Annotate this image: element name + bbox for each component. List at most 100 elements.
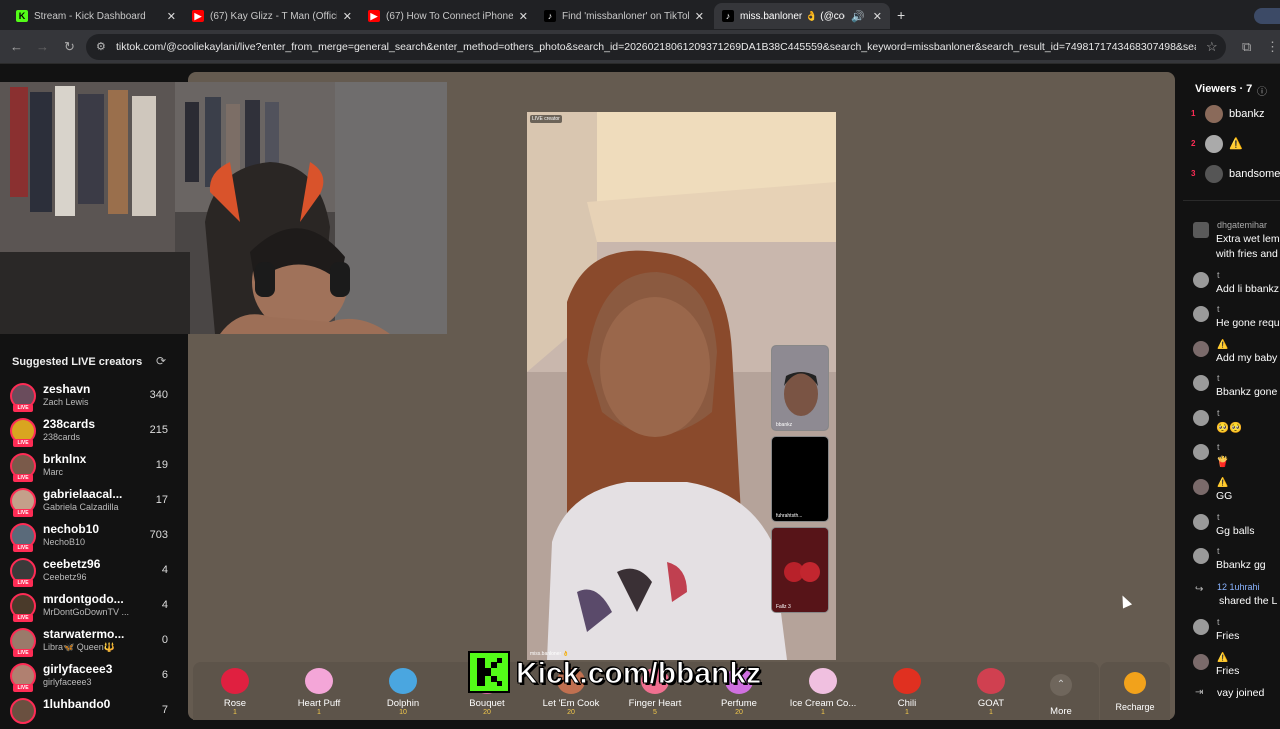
- url-text[interactable]: tiktok.com/@cooliekaylani/live?enter_fro…: [116, 41, 1196, 53]
- chat-username[interactable]: dhgatemihar: [1217, 220, 1267, 230]
- creator-name: mrdontgodo...: [43, 592, 124, 606]
- kick-icon: K: [16, 10, 28, 22]
- profile-button[interactable]: [1254, 8, 1280, 24]
- guest-tile[interactable]: Fallz 3: [771, 527, 829, 613]
- extensions-icon[interactable]: ⧉: [1242, 39, 1251, 55]
- close-icon[interactable]: ✕: [167, 10, 176, 23]
- viewer-count: 703: [149, 529, 168, 541]
- tab-youtube-iphone[interactable]: ▶ (67) How To Connect iPhone To ✕: [360, 3, 536, 29]
- chat-username[interactable]: 12 1uhrahi: [1217, 582, 1260, 592]
- chat-username[interactable]: t: [1217, 546, 1220, 556]
- viewer-rank: 3: [1191, 169, 1196, 178]
- chat-username[interactable]: t: [1217, 373, 1220, 383]
- gift-goat[interactable]: GOAT 1: [949, 668, 1033, 720]
- gift-name: GOAT: [977, 698, 1005, 709]
- menu-icon[interactable]: ⋮: [1266, 39, 1279, 55]
- viewer-avatar: [1205, 135, 1223, 153]
- chat-username[interactable]: t: [1217, 442, 1220, 452]
- site-info-icon[interactable]: ⚙: [96, 40, 106, 53]
- tab-tiktok-live[interactable]: ♪ miss.banloner 👌 (@coolie 🔊 ✕: [714, 3, 890, 29]
- reload-icon[interactable]: ↻: [64, 39, 75, 55]
- audio-icon[interactable]: 🔊: [851, 10, 865, 23]
- tab-title: miss.banloner 👌 (@coolie: [740, 10, 845, 22]
- creator-avatar: [10, 698, 36, 724]
- chat-username[interactable]: t: [1217, 270, 1220, 280]
- gift-name: Ice Cream Co...: [789, 698, 857, 709]
- chat-username[interactable]: t: [1217, 512, 1220, 522]
- chat-username[interactable]: t: [1217, 408, 1220, 418]
- creator-item[interactable]: LIVE 238cards 238cards 215: [10, 415, 178, 449]
- kick-url-text: Kick.com/bbankz: [515, 657, 762, 691]
- gift-dolphin[interactable]: Dolphin 10: [361, 668, 445, 720]
- chat-text: Fries: [1216, 665, 1240, 677]
- close-icon[interactable]: ✕: [695, 10, 704, 23]
- chat-text: Extra wet lem: [1216, 233, 1280, 245]
- chat-text: shared the L: [1219, 595, 1278, 607]
- close-icon[interactable]: ✕: [873, 10, 882, 23]
- viewer-name[interactable]: bandsome: [1229, 168, 1280, 180]
- gift-chili[interactable]: Chili 1: [865, 668, 949, 720]
- dolphin-icon: [389, 668, 417, 694]
- creator-item[interactable]: LIVE ceebetz96 Ceebetz96 4: [10, 555, 178, 589]
- live-badge: LIVE: [13, 544, 33, 552]
- chat-text: Gg balls: [1216, 525, 1255, 537]
- suggested-creators-heading: Suggested LIVE creators: [12, 356, 143, 368]
- gift-rose[interactable]: Rose 1: [193, 668, 277, 720]
- more-gifts-button[interactable]: ⌃ More: [1023, 668, 1099, 720]
- creator-nickname: NechoB10: [43, 537, 86, 547]
- chat-username[interactable]: t: [1217, 304, 1220, 314]
- creator-item[interactable]: 1luhbando0 7: [10, 695, 178, 729]
- gift-price: 1: [989, 709, 993, 716]
- creator-item[interactable]: LIVE girlyfaceee3 girlyfaceee3 6: [10, 660, 178, 694]
- chat-username[interactable]: t: [1217, 617, 1220, 627]
- chat-username[interactable]: ⚠️: [1217, 477, 1228, 488]
- recharge-button[interactable]: Recharge: [1100, 662, 1170, 720]
- chat-username[interactable]: ⚠️: [1217, 652, 1228, 663]
- bookmark-star-icon[interactable]: ☆: [1206, 39, 1218, 55]
- creator-nickname: MrDontGoDownTV ...: [43, 607, 130, 617]
- viewers-chat-panel: Viewers · 7 ⓘ 1 bbankz 2 ⚠️ 3 bandsome d…: [1183, 72, 1280, 720]
- creator-item[interactable]: LIVE gabrielaacal... Gabriela Calzadilla…: [10, 485, 178, 519]
- creator-name: ceebetz96: [43, 557, 101, 571]
- heart-puff-icon: [305, 668, 333, 694]
- creator-name: starwatermo...: [43, 627, 125, 641]
- viewer-name[interactable]: bbankz: [1229, 108, 1264, 120]
- tab-tiktok-find[interactable]: ♪ Find 'missbanloner' on TikTok | ✕: [536, 3, 712, 29]
- live-badge: LIVE: [13, 439, 33, 447]
- close-icon[interactable]: ✕: [519, 10, 528, 23]
- chat-avatar: [1193, 375, 1209, 391]
- gift-price: 1: [821, 709, 825, 716]
- gift-price: 20: [567, 709, 575, 716]
- gift-name: Bouquet: [469, 698, 505, 709]
- viewer-avatar: [1205, 105, 1223, 123]
- creator-item[interactable]: LIVE starwatermo... Libra🦋 Queen🔱 0: [10, 625, 178, 659]
- creator-item[interactable]: LIVE nechob10 NechoB10 703: [10, 520, 178, 554]
- viewer-count: 17: [155, 494, 168, 506]
- chat-avatar: [1193, 306, 1209, 322]
- info-icon[interactable]: ⓘ: [1257, 83, 1267, 98]
- viewer-count: 4: [161, 564, 168, 576]
- guest-tile[interactable]: bbankz: [771, 345, 829, 431]
- kick-url-banner: Kick.com/bbankz: [468, 651, 788, 693]
- tab-kick-dashboard[interactable]: K Stream - Kick Dashboard ✕: [8, 3, 184, 29]
- creator-name: 1luhbando0: [43, 697, 111, 711]
- creator-item[interactable]: LIVE mrdontgodo... MrDontGoDownTV ... 4: [10, 590, 178, 624]
- back-icon[interactable]: ←: [10, 39, 23, 54]
- creator-item[interactable]: LIVE brknlnx Marc 19: [10, 450, 178, 484]
- more-label: More: [1050, 706, 1072, 717]
- new-tab-button[interactable]: +: [897, 7, 905, 23]
- gift-ice-cream[interactable]: Ice Cream Co... 1: [781, 668, 865, 720]
- chat-username[interactable]: ⚠️: [1217, 339, 1228, 350]
- refresh-icon[interactable]: ⟳: [156, 354, 166, 368]
- tab-youtube-kay-glizz[interactable]: ▶ (67) Kay Glizz - T Man (Official M ✕: [184, 3, 360, 29]
- forward-icon[interactable]: →: [36, 39, 49, 54]
- chat-text: Add li bbankz: [1216, 283, 1280, 295]
- creator-item[interactable]: LIVE zeshavn Zach Lewis 340: [10, 380, 178, 414]
- viewer-name[interactable]: ⚠️: [1229, 137, 1243, 150]
- live-badge: LIVE: [13, 614, 33, 622]
- guest-tile[interactable]: fuhrahtsth...: [771, 436, 829, 522]
- gift-heart-puff[interactable]: Heart Puff 1: [277, 668, 361, 720]
- close-icon[interactable]: ✕: [343, 10, 352, 23]
- url-field[interactable]: ⚙ tiktok.com/@cooliekaylani/live?enter_f…: [86, 34, 1226, 60]
- gift-name: Chili: [897, 698, 917, 709]
